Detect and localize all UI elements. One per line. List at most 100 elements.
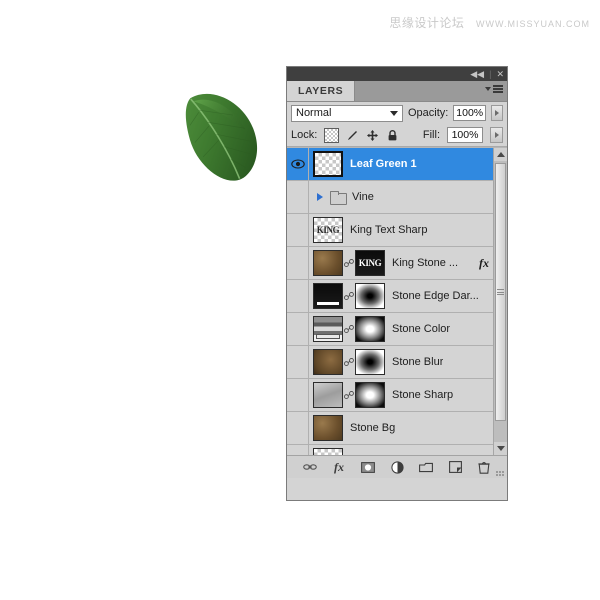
layer-mask-thumbnail[interactable]: KING [355, 250, 385, 276]
opacity-stepper[interactable] [491, 105, 503, 121]
layer-effects-icon[interactable]: fx [479, 256, 489, 271]
fill-input[interactable]: 100% [447, 127, 483, 143]
scroll-down-button[interactable] [494, 442, 507, 455]
layer-row[interactable]: Leaf Green 1 [287, 148, 507, 181]
layer-row[interactable]: ☍ Stone Color [287, 313, 507, 346]
layer-visibility-toggle[interactable] [287, 379, 309, 411]
blend-mode-value: Normal [296, 107, 332, 119]
layer-mask-thumbnail[interactable] [355, 382, 385, 408]
layer-row[interactable]: ☍ KING King Stone ... fx [287, 247, 507, 280]
watermark: 思缘设计论坛 WWW.MISSYUAN.COM [389, 14, 590, 31]
scrollbar-thumb[interactable] [495, 163, 506, 421]
link-layers-icon[interactable] [303, 460, 317, 474]
watermark-site-url: WWW.MISSYUAN.COM [476, 19, 590, 29]
link-mask-icon[interactable]: ☍ [343, 257, 355, 270]
layer-thumbnail[interactable] [313, 151, 343, 177]
lock-label: Lock: [291, 129, 318, 141]
layer-thumbnail[interactable]: KING [313, 448, 343, 455]
layer-row[interactable]: KING king text [287, 445, 507, 455]
layer-mask-thumbnail[interactable] [355, 316, 385, 342]
lock-transparency-icon[interactable] [324, 127, 340, 143]
layer-mask-thumbnail[interactable] [355, 283, 385, 309]
layer-thumbnail[interactable] [313, 382, 343, 408]
hamburger-icon [493, 85, 503, 93]
layer-list-scrollbar[interactable] [493, 148, 507, 455]
layer-row[interactable]: Stone Bg [287, 412, 507, 445]
watermark-site-name: 思缘设计论坛 [389, 16, 465, 30]
layer-visibility-toggle[interactable] [287, 280, 309, 312]
layer-name: Stone Bg [350, 422, 396, 434]
layer-row[interactable]: Vine [287, 181, 507, 214]
new-adjustment-layer-icon[interactable] [390, 460, 404, 474]
layers-panel: ◀◀ | ✕ LAYERS Normal Opacity: 100% Lock: [286, 66, 508, 501]
titlebar-separator: | [489, 69, 492, 79]
layer-visibility-toggle[interactable] [287, 346, 309, 378]
link-mask-icon[interactable]: ☍ [343, 290, 355, 303]
layer-name: Stone Sharp [392, 389, 454, 401]
chevron-down-icon [485, 86, 491, 91]
layer-thumbnail[interactable] [313, 415, 343, 441]
chevron-down-icon [390, 110, 398, 116]
fill-label: Fill: [422, 129, 440, 141]
layer-visibility-toggle[interactable] [287, 313, 309, 345]
fill-stepper[interactable] [490, 127, 503, 143]
blend-mode-select[interactable]: Normal [291, 104, 403, 122]
scrollbar-track[interactable] [494, 161, 507, 442]
layer-row[interactable]: ☍ Stone Blur [287, 346, 507, 379]
layer-name: Leaf Green 1 [350, 158, 417, 170]
layer-row[interactable]: ☍ Stone Sharp [287, 379, 507, 412]
collapse-icon[interactable]: ◀◀ [470, 69, 484, 79]
tab-layers[interactable]: LAYERS [287, 81, 356, 101]
new-group-icon[interactable] [419, 460, 433, 474]
delete-layer-icon[interactable] [477, 460, 491, 474]
link-mask-icon[interactable]: ☍ [343, 389, 355, 402]
opacity-input[interactable]: 100% [453, 105, 487, 121]
layer-thumbnail[interactable] [313, 316, 343, 342]
layer-thumbnail[interactable] [313, 250, 343, 276]
layer-name: King Text Sharp [350, 224, 428, 236]
layer-visibility-toggle[interactable] [287, 247, 309, 279]
layer-name: King Stone ... [392, 257, 459, 269]
layer-thumbnail[interactable] [313, 283, 343, 309]
layer-name: Stone Edge Dar... [392, 290, 479, 302]
lock-all-icon[interactable] [386, 129, 399, 142]
link-mask-icon[interactable]: ☍ [343, 356, 355, 369]
panel-titlebar: ◀◀ | ✕ [287, 67, 507, 81]
link-mask-icon[interactable]: ☍ [343, 323, 355, 336]
grip-icon [497, 289, 504, 295]
add-layer-style-icon[interactable]: fx [332, 460, 346, 474]
resize-grip-icon[interactable] [496, 471, 504, 476]
layer-visibility-toggle[interactable] [287, 181, 309, 213]
close-icon[interactable]: ✕ [496, 69, 504, 79]
mask-thumbnail-text: KING [358, 258, 382, 268]
panel-tabstrip: LAYERS [287, 81, 507, 102]
panel-footer: fx [287, 455, 507, 478]
opacity-label: Opacity: [408, 107, 449, 119]
folder-icon [330, 191, 347, 205]
layer-thumbnail[interactable]: KING [313, 217, 343, 243]
layer-name: Stone Blur [392, 356, 444, 368]
scroll-up-button[interactable] [494, 148, 507, 161]
layer-mask-thumbnail[interactable] [355, 349, 385, 375]
thumbnail-text: KING [316, 225, 340, 235]
layer-visibility-toggle[interactable] [287, 148, 309, 180]
blend-mode-row: Normal Opacity: 100% [287, 102, 507, 124]
layer-row[interactable]: ☍ Stone Edge Dar... [287, 280, 507, 313]
new-layer-icon[interactable] [448, 460, 462, 474]
layer-name: Stone Color [392, 323, 451, 335]
tab-layers-label: LAYERS [298, 85, 344, 97]
panel-menu-icon[interactable] [485, 85, 503, 93]
layer-visibility-toggle[interactable] [287, 445, 309, 455]
layer-row[interactable]: KING King Text Sharp [287, 214, 507, 247]
layer-visibility-toggle[interactable] [287, 214, 309, 246]
layer-thumbnail[interactable] [313, 349, 343, 375]
lock-position-icon[interactable] [366, 129, 379, 142]
leaf-artwork [182, 82, 268, 188]
lock-row: Lock: Fill: 100% [287, 124, 507, 147]
layer-name: Vine [352, 191, 374, 203]
layer-visibility-toggle[interactable] [287, 412, 309, 444]
lock-image-pixels-icon[interactable] [346, 129, 359, 142]
expand-group-icon[interactable] [317, 193, 323, 201]
layer-list: Leaf Green 1 Vine KING King Text Sharp ☍… [287, 147, 507, 455]
add-layer-mask-icon[interactable] [361, 460, 375, 474]
